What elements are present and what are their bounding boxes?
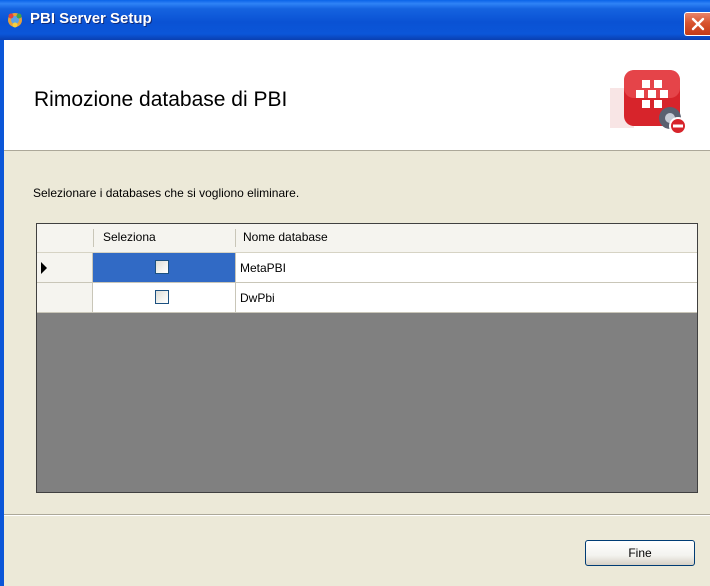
- table-row[interactable]: MetaPBI: [37, 253, 697, 283]
- close-button[interactable]: [684, 12, 710, 36]
- instruction-text: Selezionare i databases che si vogliono …: [33, 186, 300, 200]
- column-header-nome-database[interactable]: Nome database: [243, 230, 328, 244]
- window-title: PBI Server Setup: [30, 10, 152, 27]
- table-row[interactable]: DwPbi: [37, 283, 697, 313]
- page-title: Rimozione database di PBI: [34, 88, 288, 111]
- column-header-seleziona[interactable]: Seleziona: [103, 230, 156, 244]
- select-checkbox[interactable]: [155, 260, 169, 274]
- current-row-arrow-icon: [41, 262, 47, 274]
- database-name: MetaPBI: [240, 261, 287, 275]
- setup-window: PBI Server Setup Rimozione database di P…: [0, 0, 710, 586]
- select-cell[interactable]: [93, 253, 235, 283]
- title-bar[interactable]: PBI Server Setup: [0, 0, 710, 40]
- setup-remove-logo-icon: [610, 70, 687, 135]
- database-name-cell[interactable]: DwPbi: [235, 283, 697, 313]
- row-header[interactable]: [37, 283, 93, 313]
- header-panel: Rimozione database di PBI: [4, 40, 710, 151]
- column-separator[interactable]: [235, 229, 236, 247]
- database-name-cell[interactable]: MetaPBI: [235, 253, 697, 283]
- database-name: DwPbi: [240, 291, 275, 305]
- row-header[interactable]: [37, 253, 93, 283]
- select-cell[interactable]: [93, 283, 235, 313]
- grid-header: Seleziona Nome database: [37, 224, 697, 253]
- footer-divider: [4, 514, 710, 516]
- close-icon: [691, 17, 705, 31]
- database-grid[interactable]: Seleziona Nome database MetaPBI DwPbi: [36, 223, 698, 493]
- app-icon: [8, 13, 22, 28]
- column-separator[interactable]: [93, 229, 94, 247]
- select-checkbox[interactable]: [155, 290, 169, 304]
- fine-button[interactable]: Fine: [585, 540, 695, 566]
